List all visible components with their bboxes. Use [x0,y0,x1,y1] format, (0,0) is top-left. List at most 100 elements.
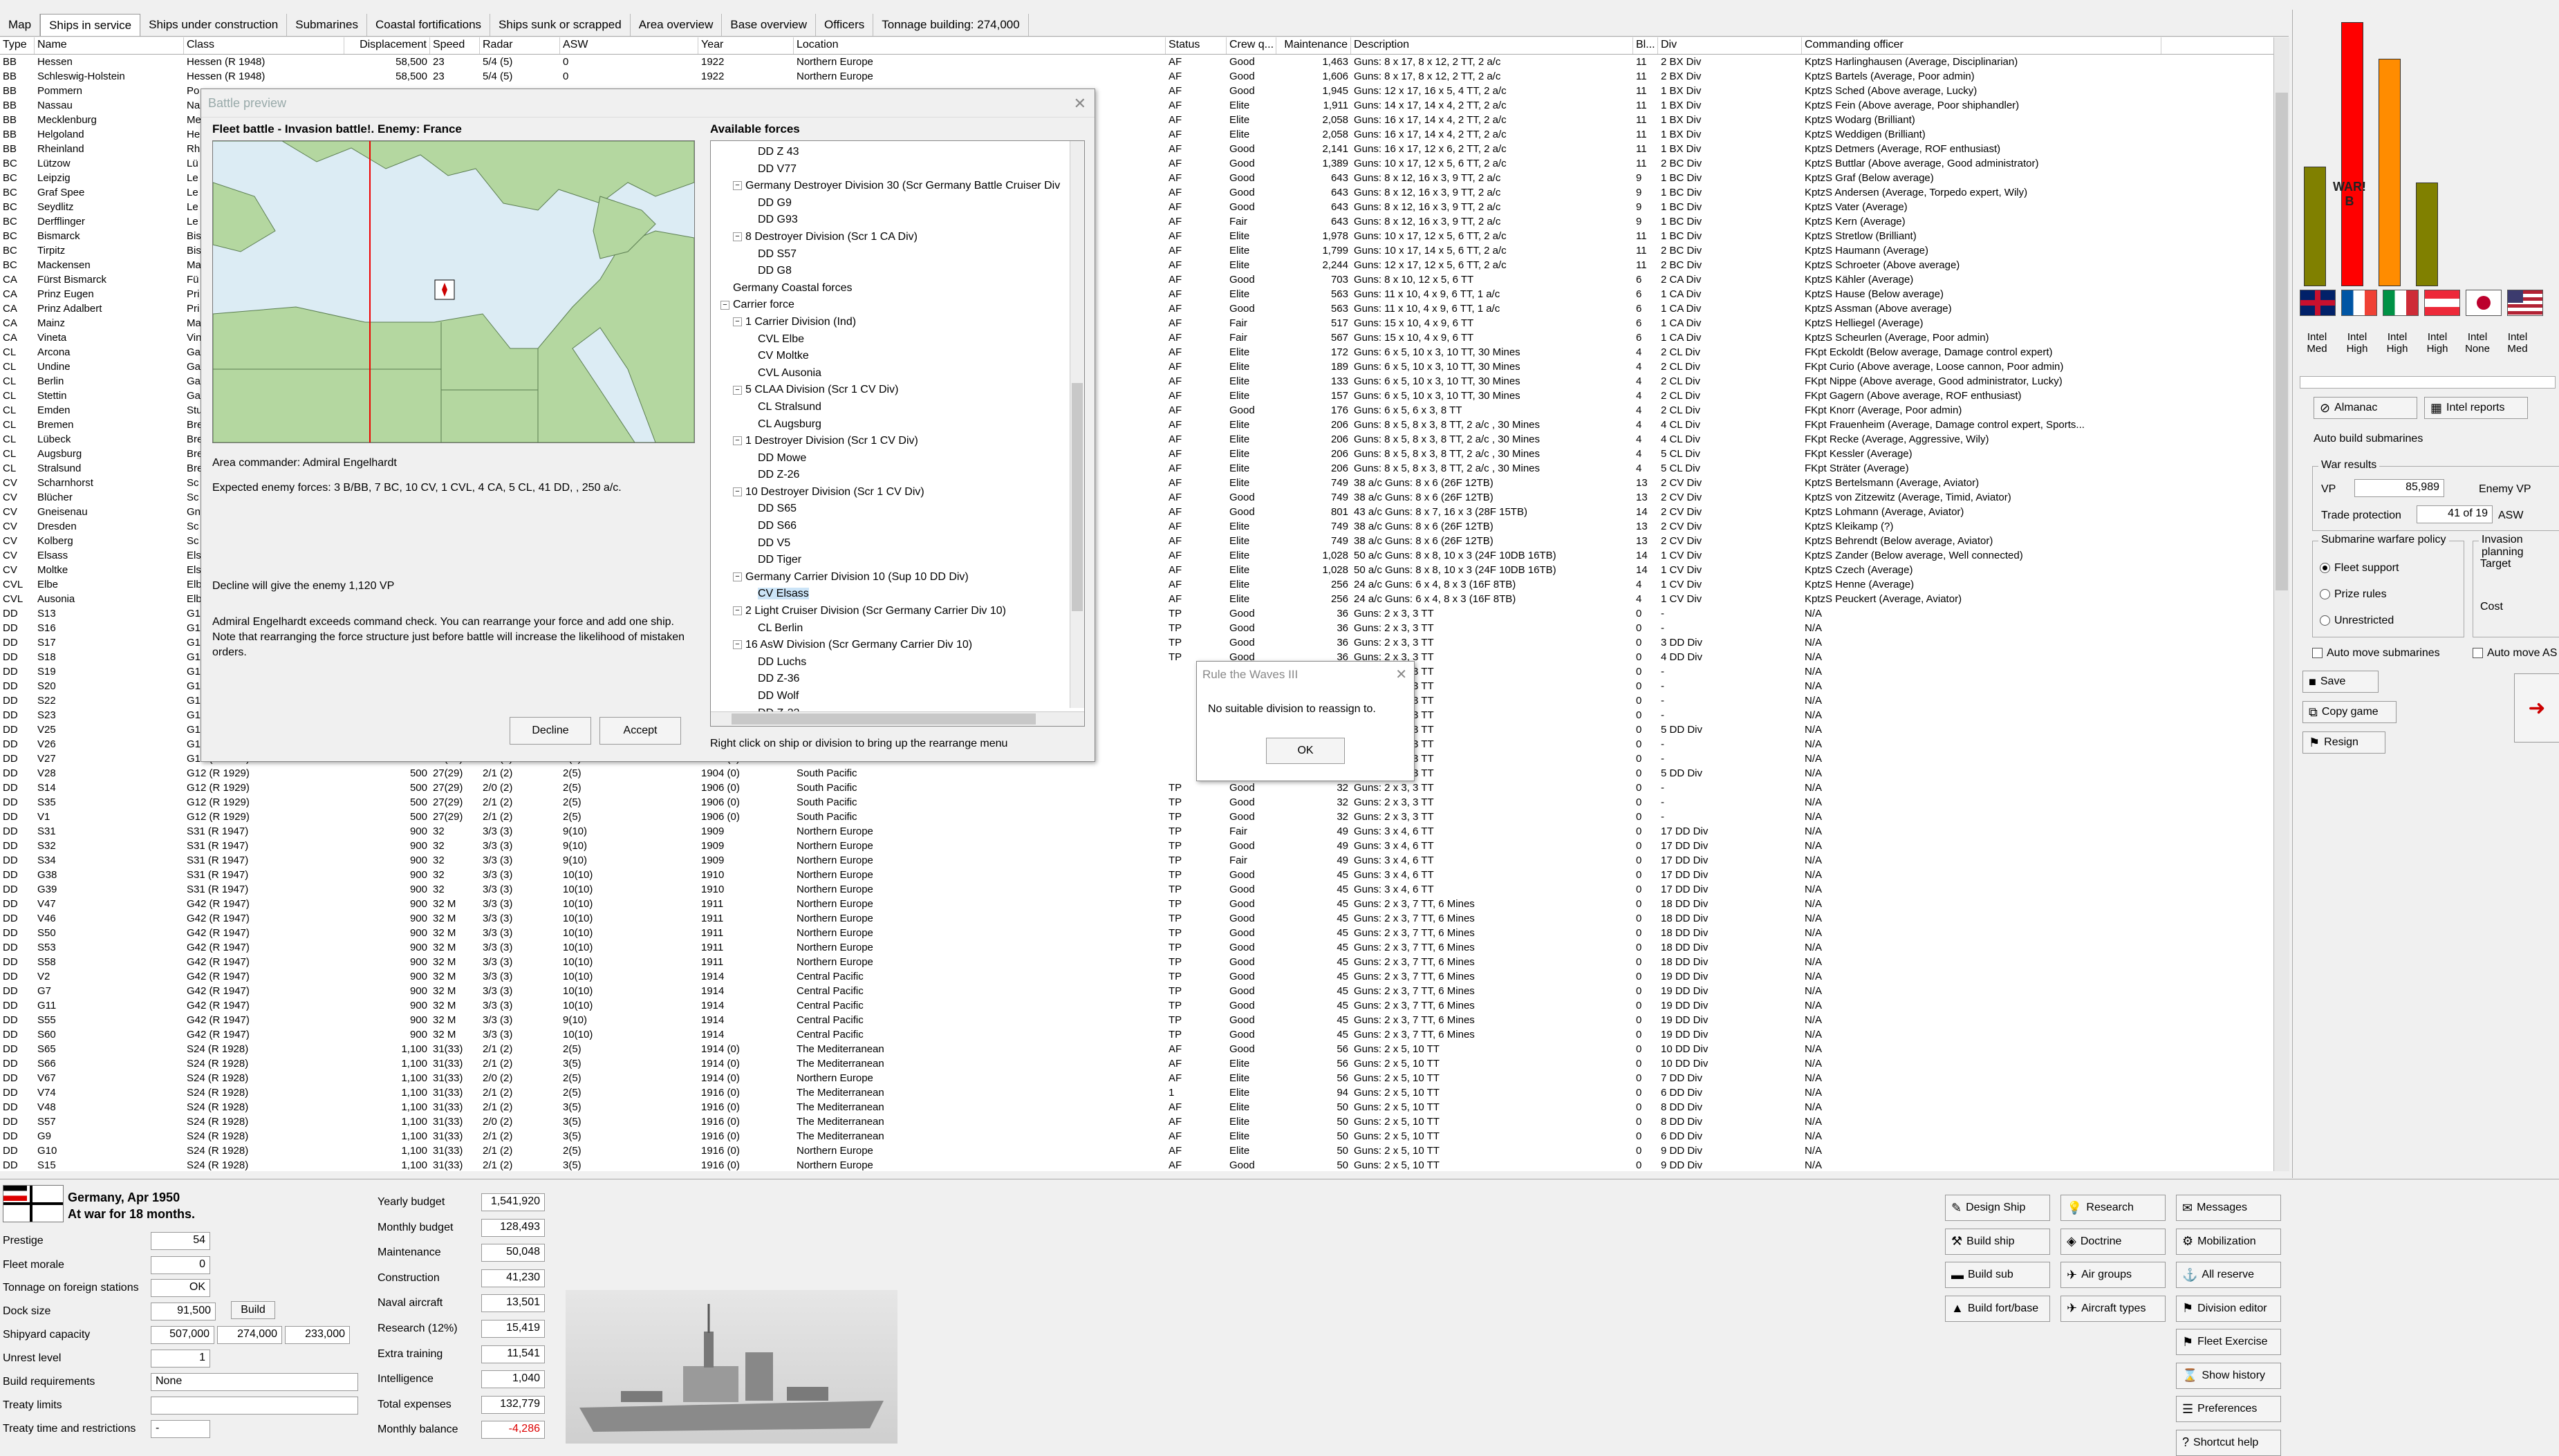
table-row[interactable]: DD S60 G42 (R 1947) 900 32 M 3/3 (3) 10(10) 191… [0,1027,2289,1042]
column-header[interactable]: Year [698,37,794,54]
tree-node[interactable]: DD G93 [711,212,1084,229]
all-reserve-button[interactable]: ⚓ All reserve [2176,1262,2281,1288]
forces-tree[interactable]: DD Z 43 DD V77− Germany Destroyer Division… [710,140,1085,727]
collapse-icon[interactable]: − [733,385,742,395]
table-row[interactable]: BB Schleswig-Holstein Hessen (R 1948) 58,50… [0,69,2289,84]
tree-node[interactable]: −8 Destroyer Division (Scr 1 CA Div) [711,229,1084,246]
aircraft-types-button[interactable]: ✈ Aircraft types [2060,1295,2166,1322]
table-row[interactable]: DD S53 G42 (R 1947) 900 32 M 3/3 (3) 10(10) 191… [0,940,2289,955]
column-header[interactable]: Bl... [1633,37,1658,54]
tree-node[interactable]: −1 Destroyer Division (Scr 1 CV Div) [711,433,1084,450]
tree-node[interactable]: −1 Carrier Division (Ind) [711,314,1084,331]
table-row[interactable]: DD V48 S24 (R 1928) 1,100 31(33) 2/1 (2) 3(5) 1… [0,1100,2289,1114]
copy-game-button[interactable]: ⧉ Copy game [2302,701,2397,723]
table-row[interactable]: DD S58 G42 (R 1947) 900 32 M 3/3 (3) 10(10) 191… [0,955,2289,969]
column-header[interactable]: Crew q... [1227,37,1276,54]
collapse-icon[interactable]: − [733,232,742,242]
accept-button[interactable]: Accept [599,717,681,745]
resign-button[interactable]: ⚑ Resign [2302,731,2385,754]
fleet-exercise-button[interactable]: ⚑ Fleet Exercise [2176,1329,2281,1355]
tree-vscrollbar[interactable] [1070,141,1084,708]
collapse-icon[interactable]: − [733,317,742,327]
table-row[interactable]: DD G39 S31 (R 1947) 900 32 3/3 (3) 10(10) 1910 N… [0,882,2289,897]
tree-node[interactable]: CVL Elbe [711,331,1084,348]
tree-node[interactable]: DD V77 [711,161,1084,178]
table-row[interactable]: DD V46 G42 (R 1947) 900 32 M 3/3 (3) 10(10) 191… [0,911,2289,926]
intel-spinners[interactable] [2300,376,2556,389]
collapse-icon[interactable]: − [733,487,742,497]
auto-move-subs-checkbox[interactable]: Auto move submarines [2312,647,2440,660]
tree-node[interactable]: DD S66 [711,518,1084,535]
tree-node[interactable]: Germany Coastal forces [711,280,1084,297]
table-row[interactable]: DD S14 G12 (R 1929) 500 27(29) 2/0 (2) 2(5) 190… [0,781,2289,795]
column-header[interactable]: Name [35,37,184,54]
tab-1[interactable]: Ships in service [40,14,141,36]
tree-node[interactable]: DD Mowe [711,450,1084,467]
auto-move-asw-checkbox[interactable]: Auto move AS [2473,647,2557,660]
table-row[interactable]: DD V67 S24 (R 1928) 1,100 31(33) 2/0 (2) 2(5) 1… [0,1071,2289,1085]
intel-reports-button[interactable]: ▦ Intel reports [2424,397,2528,419]
table-row[interactable]: DD G10 S24 (R 1928) 1,100 31(33) 2/1 (2) 2(5) 1… [0,1144,2289,1158]
collapse-icon[interactable]: − [733,640,742,650]
tree-node[interactable]: − Germany Destroyer Division 30 (Scr Germ… [711,178,1084,195]
tree-node[interactable]: DD Z-36 [711,671,1084,688]
column-header[interactable]: Speed [430,37,480,54]
doctrine-button[interactable]: ◈ Doctrine [2060,1228,2166,1255]
tree-node[interactable]: DD S65 [711,501,1084,518]
tab-4[interactable]: Coastal fortifications [367,14,491,36]
austria-flag-icon[interactable] [2424,290,2460,316]
show-history-button[interactable]: ⌛ Show history [2176,1362,2281,1389]
tree-node[interactable]: DD G9 [711,195,1084,212]
japan-flag-icon[interactable] [2466,290,2502,316]
table-row[interactable]: DD S15 S24 (R 1928) 1,100 31(33) 2/1 (2) 3(5) 1… [0,1158,2289,1171]
tree-node[interactable]: CL Augsburg [711,416,1084,433]
tree-node[interactable]: CVL Ausonia [711,365,1084,382]
table-row[interactable]: BB Hessen Hessen (R 1948) 58,500 23 5/4 (5) 0 1… [0,55,2289,69]
prize-rules-radio[interactable]: Prize rules [2320,588,2387,601]
collapse-icon[interactable]: − [720,300,729,310]
column-header[interactable]: Location [794,37,1166,54]
table-row[interactable]: DD S32 S31 (R 1947) 900 32 3/3 (3) 9(10) 1909 No… [0,839,2289,853]
table-row[interactable]: DD G38 S31 (R 1947) 900 32 3/3 (3) 10(10) 1910 N… [0,868,2289,882]
collapse-icon[interactable]: − [733,181,742,191]
column-header[interactable]: Div [1658,37,1802,54]
tree-node[interactable]: − Germany Carrier Division 10 (Sup 10 DD … [711,569,1084,586]
preferences-button[interactable]: ☰ Preferences [2176,1396,2281,1422]
tree-node[interactable]: DD G8 [711,263,1084,280]
table-row[interactable]: DD S57 S24 (R 1928) 1,100 31(33) 2/0 (2) 3(5) 1… [0,1114,2289,1129]
build-dock-button[interactable]: Build [231,1301,275,1319]
tree-node[interactable]: DD S57 [711,246,1084,263]
table-row[interactable]: DD V47 G42 (R 1947) 900 32 M 3/3 (3) 10(10) 191… [0,897,2289,911]
column-header[interactable]: Class [184,37,344,54]
research-button[interactable]: 💡 Research [2060,1195,2166,1221]
column-header[interactable]: ASW [560,37,698,54]
tree-node[interactable]: CV Moltke [711,348,1084,365]
tab-3[interactable]: Submarines [287,14,367,36]
tab-6[interactable]: Area overview [631,14,723,36]
scroll-thumb[interactable] [2276,93,2288,590]
decline-button[interactable]: Decline [510,717,591,745]
column-header[interactable]: Type [0,37,35,54]
tree-node[interactable]: DD Luchs [711,654,1084,671]
tree-node[interactable]: DD Z 43 [711,144,1084,161]
france-flag-icon[interactable] [2341,290,2377,316]
build-sub-button[interactable]: ▬ Build sub [1945,1262,2050,1288]
table-row[interactable]: DD V28 G12 (R 1929) 500 27(29) 2/1 (2) 2(5) 190… [0,766,2289,781]
unrestricted-radio[interactable]: Unrestricted [2320,615,2394,627]
almanac-button[interactable]: ⊘ Almanac [2314,397,2417,419]
table-row[interactable]: DD S31 S31 (R 1947) 900 32 3/3 (3) 9(10) 1909 No… [0,824,2289,839]
tree-node[interactable]: − Carrier force [711,297,1084,314]
column-header[interactable]: Description [1351,37,1633,54]
column-header[interactable]: Commanding officer [1802,37,2161,54]
battle-map[interactable] [212,140,695,443]
close-icon[interactable]: ✕ [1074,95,1086,113]
save-button[interactable]: ■ Save [2302,671,2379,693]
column-header[interactable]: Radar [480,37,560,54]
collapse-icon[interactable]: − [733,606,742,616]
tree-node[interactable]: −10 Destroyer Division (Scr 1 CV Div) [711,484,1084,501]
fleet-support-radio[interactable]: Fleet support [2320,562,2399,575]
column-header[interactable]: Displacement [344,37,430,54]
tree-node[interactable]: −2 Light Cruiser Division (Scr Germany C… [711,603,1084,620]
build-fort-base-button[interactable]: ▲ Build fort/base [1945,1295,2050,1322]
table-row[interactable]: DD S50 G42 (R 1947) 900 32 M 3/3 (3) 10(10) 191… [0,926,2289,940]
